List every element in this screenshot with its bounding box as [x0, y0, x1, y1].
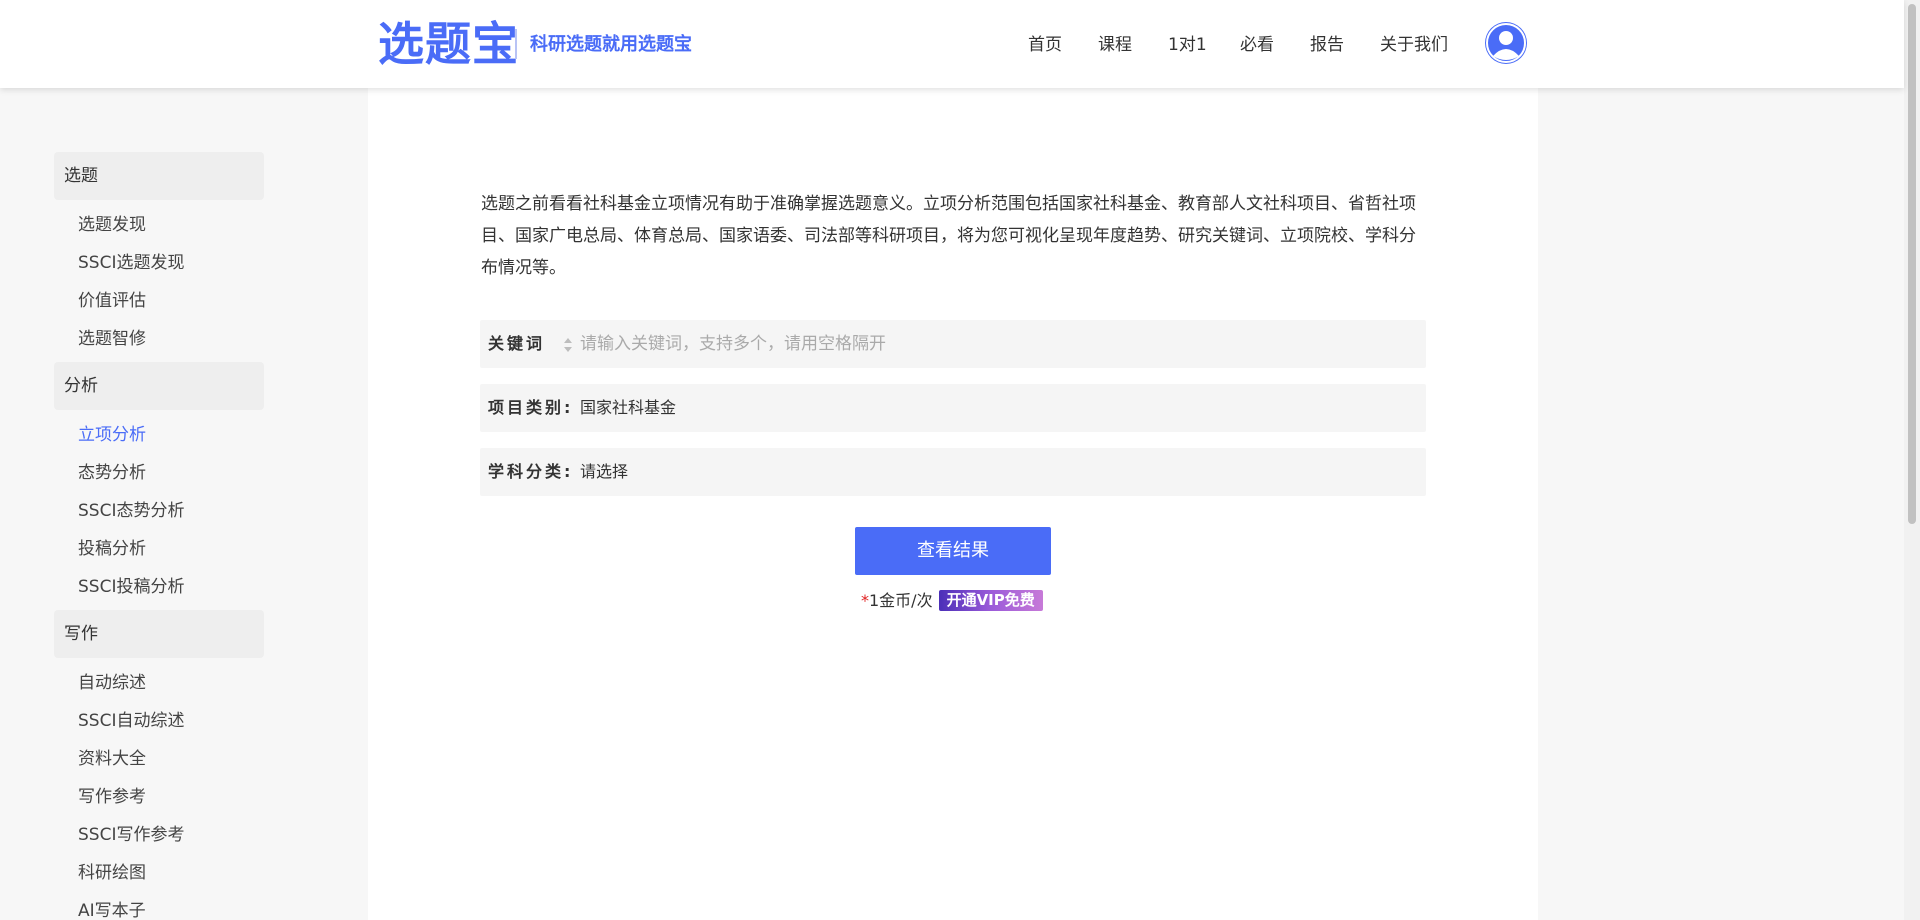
- view-results-button[interactable]: 查看结果: [855, 527, 1051, 575]
- sidebar-item-project-analysis[interactable]: 立项分析: [54, 416, 264, 454]
- sidebar-item-topic-refine[interactable]: 选题智修: [54, 320, 264, 358]
- sidebar-item-trend-analysis[interactable]: 态势分析: [54, 454, 264, 492]
- logo-divider: [515, 29, 517, 59]
- sidebar-item-ssci-writing-reference[interactable]: SSCI写作参考: [54, 816, 264, 854]
- sidebar-item-ssci-submission-analysis[interactable]: SSCI投稿分析: [54, 568, 264, 606]
- nav-must-read[interactable]: 必看: [1240, 32, 1274, 58]
- project-type-label: 项目类别:: [488, 398, 574, 417]
- nav-courses[interactable]: 课程: [1098, 32, 1132, 58]
- price-asterisk: *: [861, 591, 869, 610]
- page-scrollbar[interactable]: [1904, 0, 1920, 920]
- scrollbar-thumb[interactable]: [1908, 4, 1916, 524]
- vip-free-button[interactable]: 开通VIP免费: [938, 590, 1043, 611]
- sidebar-group-analysis[interactable]: 分析: [54, 362, 264, 410]
- keyword-input[interactable]: [580, 320, 1410, 368]
- sidebar-item-topic-discovery[interactable]: 选题发现: [54, 206, 264, 244]
- logo[interactable]: 选题宝: [378, 17, 519, 71]
- sidebar-item-writing-reference[interactable]: 写作参考: [54, 778, 264, 816]
- sidebar-group-topic[interactable]: 选题: [54, 152, 264, 200]
- sidebar-item-submission-analysis[interactable]: 投稿分析: [54, 530, 264, 568]
- keyword-row: 关键词: [480, 320, 1426, 368]
- slogan: 科研选题就用选题宝: [530, 34, 692, 55]
- keyword-label: 关键词: [488, 334, 546, 353]
- nav-one-on-one[interactable]: 1对1: [1168, 32, 1207, 58]
- sidebar-item-ssci-trend-analysis[interactable]: SSCI态势分析: [54, 492, 264, 530]
- intro-text: 选题之前看看社科基金立项情况有助于准确掌握选题意义。立项分析范围包括国家社科基金…: [481, 194, 1416, 278]
- subject-select[interactable]: 请选择: [580, 448, 628, 496]
- nav-home[interactable]: 首页: [1028, 32, 1062, 58]
- main-panel: 选题之前看看社科基金立项情况有助于准确掌握选题意义。立项分析范围包括国家社科基金…: [368, 88, 1538, 920]
- user-avatar-icon[interactable]: [1485, 22, 1527, 64]
- project-type-select[interactable]: 国家社科基金: [580, 384, 676, 432]
- sidebar-item-research-drawing[interactable]: 科研绘图: [54, 854, 264, 892]
- sidebar-item-ssci-auto-review[interactable]: SSCI自动综述: [54, 702, 264, 740]
- subject-row[interactable]: 学科分类: 请选择: [480, 448, 1426, 496]
- nav-about-us[interactable]: 关于我们: [1380, 32, 1448, 58]
- sidebar-item-value-assessment[interactable]: 价值评估: [54, 282, 264, 320]
- stepper-icon[interactable]: [562, 335, 574, 355]
- price-info: *1金币/次 开通VIP免费: [861, 590, 1043, 612]
- sidebar-item-ai-writing[interactable]: AI写本子: [54, 892, 264, 920]
- sidebar-group-writing[interactable]: 写作: [54, 610, 264, 658]
- sidebar-item-ssci-topic-discovery[interactable]: SSCI选题发现: [54, 244, 264, 282]
- nav-reports[interactable]: 报告: [1310, 32, 1344, 58]
- sidebar-item-materials[interactable]: 资料大全: [54, 740, 264, 778]
- subject-label: 学科分类:: [488, 462, 574, 481]
- project-type-row[interactable]: 项目类别: 国家社科基金: [480, 384, 1426, 432]
- top-header: 选题宝 科研选题就用选题宝 首页 课程 1对1 必看 报告 关于我们: [0, 0, 1904, 88]
- sidebar-item-auto-review[interactable]: 自动综述: [54, 664, 264, 702]
- sidebar: 选题 选题发现 SSCI选题发现 价值评估 选题智修 分析 立项分析 态势分析 …: [54, 152, 264, 920]
- price-text: 1金币/次: [869, 591, 933, 610]
